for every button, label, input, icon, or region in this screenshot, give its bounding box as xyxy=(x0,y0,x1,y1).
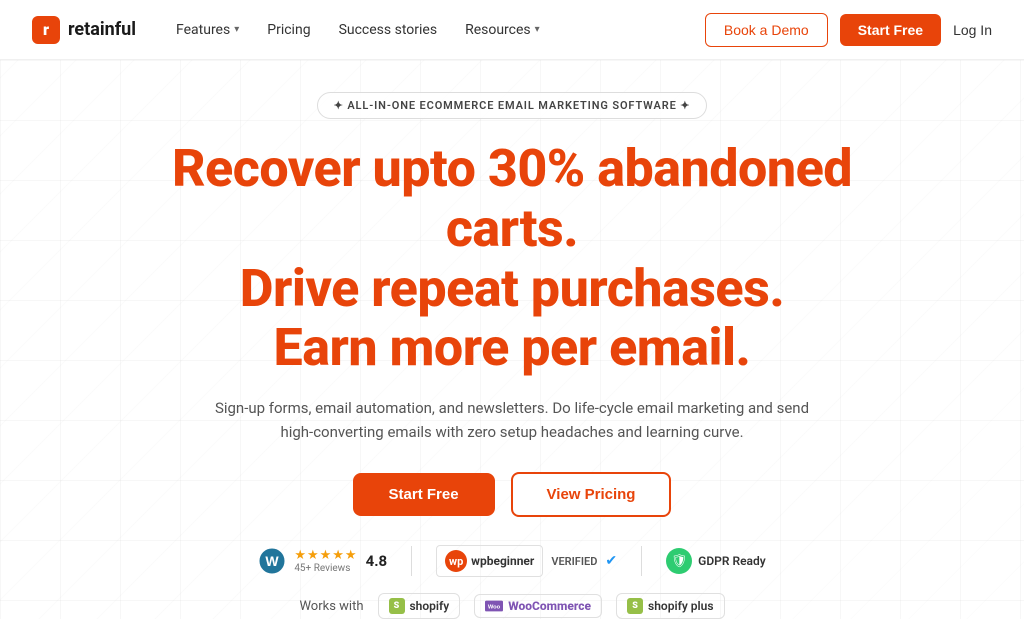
book-demo-button[interactable]: Book a Demo xyxy=(705,13,828,47)
woocommerce-label: WooCommerce xyxy=(508,599,591,613)
nav-resources[interactable]: Resources ▾ xyxy=(465,22,540,38)
shopify-plus-platform: S shopify plus xyxy=(616,593,724,619)
view-pricing-button[interactable]: View Pricing xyxy=(511,472,672,517)
chevron-down-icon-2: ▾ xyxy=(535,24,540,35)
star-rating: ★★★★★ xyxy=(294,548,357,563)
shopify-platform: S shopify xyxy=(378,593,461,619)
svg-text:W: W xyxy=(266,553,280,569)
navbar: r retainful Features ▾ Pricing Success s… xyxy=(0,0,1024,60)
gdpr-badge: 🛡 GDPR Ready xyxy=(666,548,766,574)
wordpress-icon: W xyxy=(258,547,286,575)
woocommerce-platform: Woo WooCommerce xyxy=(474,594,602,618)
wp-rating: W ★★★★★ 45+ Reviews 4.8 xyxy=(258,547,387,575)
wpb-badge-container: wp wpbeginner xyxy=(436,545,543,577)
divider xyxy=(411,546,412,576)
gdpr-label: GDPR Ready xyxy=(698,554,766,568)
nav-success-stories[interactable]: Success stories xyxy=(339,22,438,38)
chevron-down-icon: ▾ xyxy=(234,24,239,35)
works-with-label: Works with xyxy=(299,599,363,614)
hero-headline: Recover upto 30% abandoned carts. Drive … xyxy=(100,139,924,378)
start-free-nav-button[interactable]: Start Free xyxy=(840,14,941,46)
shield-icon: 🛡 xyxy=(666,548,692,574)
hero-badge: ✦ ALL-IN-ONE ECOMMERCE EMAIL MARKETING S… xyxy=(317,92,708,119)
logo-icon: r xyxy=(32,16,60,44)
shopify-plus-icon: S xyxy=(627,598,643,614)
nav-links: Features ▾ Pricing Success stories Resou… xyxy=(176,22,705,38)
rating-score: 4.8 xyxy=(366,552,388,570)
wpb-icon: wp xyxy=(445,550,467,572)
shopify-plus-label: shopify plus xyxy=(648,599,713,613)
hero-section: ✦ ALL-IN-ONE ECOMMERCE EMAIL MARKETING S… xyxy=(0,60,1024,619)
start-free-hero-button[interactable]: Start Free xyxy=(353,473,495,516)
hero-subtext: Sign-up forms, email automation, and new… xyxy=(202,396,822,444)
login-button[interactable]: Log In xyxy=(953,22,992,38)
woocommerce-icon: Woo xyxy=(485,600,503,612)
nav-features[interactable]: Features ▾ xyxy=(176,22,239,38)
logo-text: retainful xyxy=(68,19,136,40)
verified-check-icon: ✔ xyxy=(605,553,617,569)
wpb-label: wpbeginner xyxy=(471,554,534,568)
shopify-label: shopify xyxy=(410,599,450,613)
svg-text:Woo: Woo xyxy=(488,605,501,611)
logo[interactable]: r retainful xyxy=(32,16,136,44)
verified-label: VERIFIED xyxy=(551,555,597,568)
divider-2 xyxy=(641,546,642,576)
shopify-icon: S xyxy=(389,598,405,614)
nav-actions: Book a Demo Start Free Log In xyxy=(705,13,992,47)
works-with-row: Works with S shopify Woo WooCommerce S s… xyxy=(299,593,724,619)
nav-pricing[interactable]: Pricing xyxy=(267,22,310,38)
review-count: 45+ Reviews xyxy=(294,563,350,574)
wpbeginner-badge: wp wpbeginner VERIFIED ✔ xyxy=(436,545,617,577)
social-proof: W ★★★★★ 45+ Reviews 4.8 wp wpbeginner VE… xyxy=(258,545,765,577)
hero-ctas: Start Free View Pricing xyxy=(353,472,672,517)
